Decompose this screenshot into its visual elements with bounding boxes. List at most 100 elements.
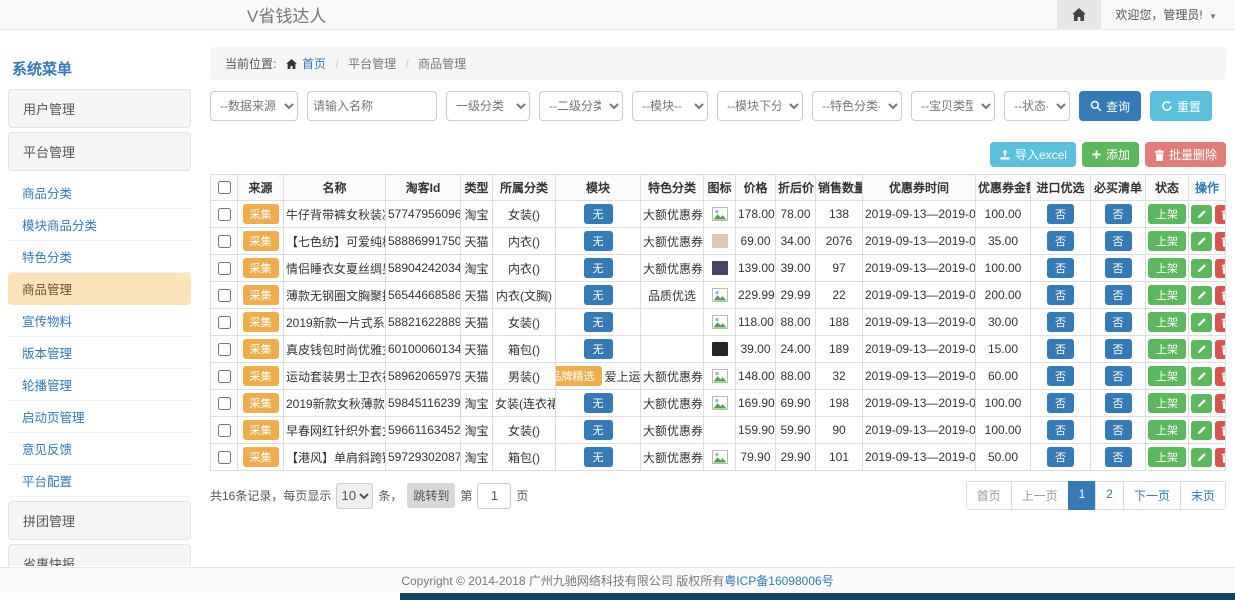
imported-toggle-button[interactable]: 否 xyxy=(1047,420,1074,440)
edit-button[interactable] xyxy=(1191,205,1212,224)
status-button[interactable]: 上架 xyxy=(1148,339,1186,359)
must-buy-toggle-button[interactable]: 否 xyxy=(1105,366,1132,386)
sidebar-subitem-版本管理[interactable]: 版本管理 xyxy=(8,337,191,369)
row-checkbox[interactable] xyxy=(218,235,231,248)
row-checkbox[interactable] xyxy=(218,397,231,410)
sidebar-subitem-平台配置[interactable]: 平台配置 xyxy=(8,465,191,497)
edit-button[interactable] xyxy=(1191,340,1212,359)
delete-button[interactable] xyxy=(1215,367,1226,386)
imported-toggle-button[interactable]: 否 xyxy=(1047,231,1074,251)
page-button-上一页[interactable]: 上一页 xyxy=(1011,481,1069,510)
row-checkbox[interactable] xyxy=(218,370,231,383)
sidebar-subitem-商品分类[interactable]: 商品分类 xyxy=(8,177,191,209)
per-page-select[interactable]: 10 xyxy=(336,483,373,509)
imported-toggle-button[interactable]: 否 xyxy=(1047,366,1074,386)
must-buy-toggle-button[interactable]: 否 xyxy=(1105,285,1132,305)
row-checkbox[interactable] xyxy=(218,208,231,221)
status-button[interactable]: 上架 xyxy=(1148,258,1186,278)
must-buy-toggle-button[interactable]: 否 xyxy=(1105,204,1132,224)
edit-button[interactable] xyxy=(1191,313,1212,332)
jump-page-input[interactable] xyxy=(477,483,511,509)
edit-button[interactable] xyxy=(1191,286,1212,305)
sidebar-subitem-商品管理[interactable]: 商品管理 xyxy=(8,273,191,305)
status-button[interactable]: 上架 xyxy=(1148,393,1186,413)
sidebar-subitem-特色分类[interactable]: 特色分类 xyxy=(8,241,191,273)
sidebar-subitem-宣传物料[interactable]: 宣传物料 xyxy=(8,305,191,337)
delete-button[interactable] xyxy=(1215,340,1226,359)
must-buy-toggle-button[interactable]: 否 xyxy=(1105,258,1132,278)
row-checkbox[interactable] xyxy=(218,343,231,356)
delete-button[interactable] xyxy=(1215,286,1226,305)
filter-select-8[interactable]: --状态-- xyxy=(1004,91,1070,121)
edit-button[interactable] xyxy=(1191,232,1212,251)
must-buy-toggle-button[interactable]: 否 xyxy=(1105,312,1132,332)
filter-select-6[interactable]: --特色分类-- xyxy=(812,91,902,121)
sidebar-subitem-意见反馈[interactable]: 意见反馈 xyxy=(8,433,191,465)
status-button[interactable]: 上架 xyxy=(1148,312,1186,332)
icp-link[interactable]: 粤ICP备16098006号 xyxy=(724,572,833,589)
sidebar-subitem-启动页管理[interactable]: 启动页管理 xyxy=(8,401,191,433)
sidebar-item-平台管理[interactable]: 平台管理 xyxy=(8,132,191,171)
select-all-checkbox[interactable] xyxy=(218,181,231,194)
must-buy-toggle-button[interactable]: 否 xyxy=(1105,339,1132,359)
imported-toggle-button[interactable]: 否 xyxy=(1047,312,1074,332)
status-button[interactable]: 上架 xyxy=(1148,231,1186,251)
filter-select-4[interactable]: --模块-- xyxy=(632,91,708,121)
must-buy-toggle-button[interactable]: 否 xyxy=(1105,393,1132,413)
filter-select-5[interactable]: --模块下分类-- xyxy=(717,91,803,121)
imported-toggle-button[interactable]: 否 xyxy=(1047,258,1074,278)
delete-button[interactable] xyxy=(1215,232,1226,251)
imported-toggle-button[interactable]: 否 xyxy=(1047,204,1074,224)
filter-select-3[interactable]: --二级分类-- xyxy=(539,91,623,121)
name-search-input[interactable] xyxy=(307,91,437,121)
row-checkbox[interactable] xyxy=(218,289,231,302)
breadcrumb-home-link[interactable]: 首页 xyxy=(302,57,326,71)
sidebar-subitem-模块商品分类[interactable]: 模块商品分类 xyxy=(8,209,191,241)
delete-button[interactable] xyxy=(1215,259,1226,278)
edit-button[interactable] xyxy=(1191,421,1212,440)
sidebar-item-拼团管理[interactable]: 拼团管理 xyxy=(8,501,191,540)
user-menu[interactable]: 欢迎您，管理员! ▼ xyxy=(1101,6,1235,23)
imported-toggle-button[interactable]: 否 xyxy=(1047,393,1074,413)
delete-button[interactable] xyxy=(1215,421,1226,440)
status-button[interactable]: 上架 xyxy=(1148,420,1186,440)
row-checkbox[interactable] xyxy=(218,316,231,329)
sidebar-item-用户管理[interactable]: 用户管理 xyxy=(8,89,191,128)
search-button[interactable]: 查询 xyxy=(1079,91,1141,121)
status-button[interactable]: 上架 xyxy=(1148,204,1186,224)
delete-button[interactable] xyxy=(1215,205,1226,224)
row-checkbox[interactable] xyxy=(218,424,231,437)
edit-button[interactable] xyxy=(1191,259,1212,278)
delete-button[interactable] xyxy=(1215,394,1226,413)
import-excel-button[interactable]: 导入excel xyxy=(990,142,1076,167)
page-button-1[interactable]: 1 xyxy=(1068,481,1097,510)
page-button-末页[interactable]: 末页 xyxy=(1180,481,1226,510)
delete-button[interactable] xyxy=(1215,313,1226,332)
page-button-2[interactable]: 2 xyxy=(1095,481,1124,510)
sidebar-subitem-轮播管理[interactable]: 轮播管理 xyxy=(8,369,191,401)
imported-toggle-button[interactable]: 否 xyxy=(1047,285,1074,305)
imported-toggle-button[interactable]: 否 xyxy=(1047,339,1074,359)
reset-button[interactable]: 重置 xyxy=(1150,91,1212,121)
status-button[interactable]: 上架 xyxy=(1148,285,1186,305)
delete-button[interactable] xyxy=(1215,448,1226,467)
add-button[interactable]: 添加 xyxy=(1082,142,1139,167)
edit-button[interactable] xyxy=(1191,448,1212,467)
home-button[interactable] xyxy=(1057,0,1101,29)
must-buy-toggle-button[interactable]: 否 xyxy=(1105,420,1132,440)
edit-button[interactable] xyxy=(1191,394,1212,413)
must-buy-toggle-button[interactable]: 否 xyxy=(1105,231,1132,251)
filter-select-7[interactable]: --宝贝类型-- xyxy=(911,91,995,121)
filter-select-0[interactable]: --数据来源-- xyxy=(210,91,298,121)
must-buy-toggle-button[interactable]: 否 xyxy=(1105,447,1132,467)
sidebar-item-省惠快报[interactable]: 省惠快报 xyxy=(8,544,191,566)
edit-button[interactable] xyxy=(1191,367,1212,386)
row-checkbox[interactable] xyxy=(218,451,231,464)
page-button-下一页[interactable]: 下一页 xyxy=(1123,481,1181,510)
page-button-首页[interactable]: 首页 xyxy=(966,481,1012,510)
filter-select-2[interactable]: 一级分类 xyxy=(446,91,530,121)
batch-delete-button[interactable]: 批量删除 xyxy=(1145,142,1226,167)
jump-button[interactable]: 跳转到 xyxy=(407,483,455,508)
status-button[interactable]: 上架 xyxy=(1148,447,1186,467)
imported-toggle-button[interactable]: 否 xyxy=(1047,447,1074,467)
